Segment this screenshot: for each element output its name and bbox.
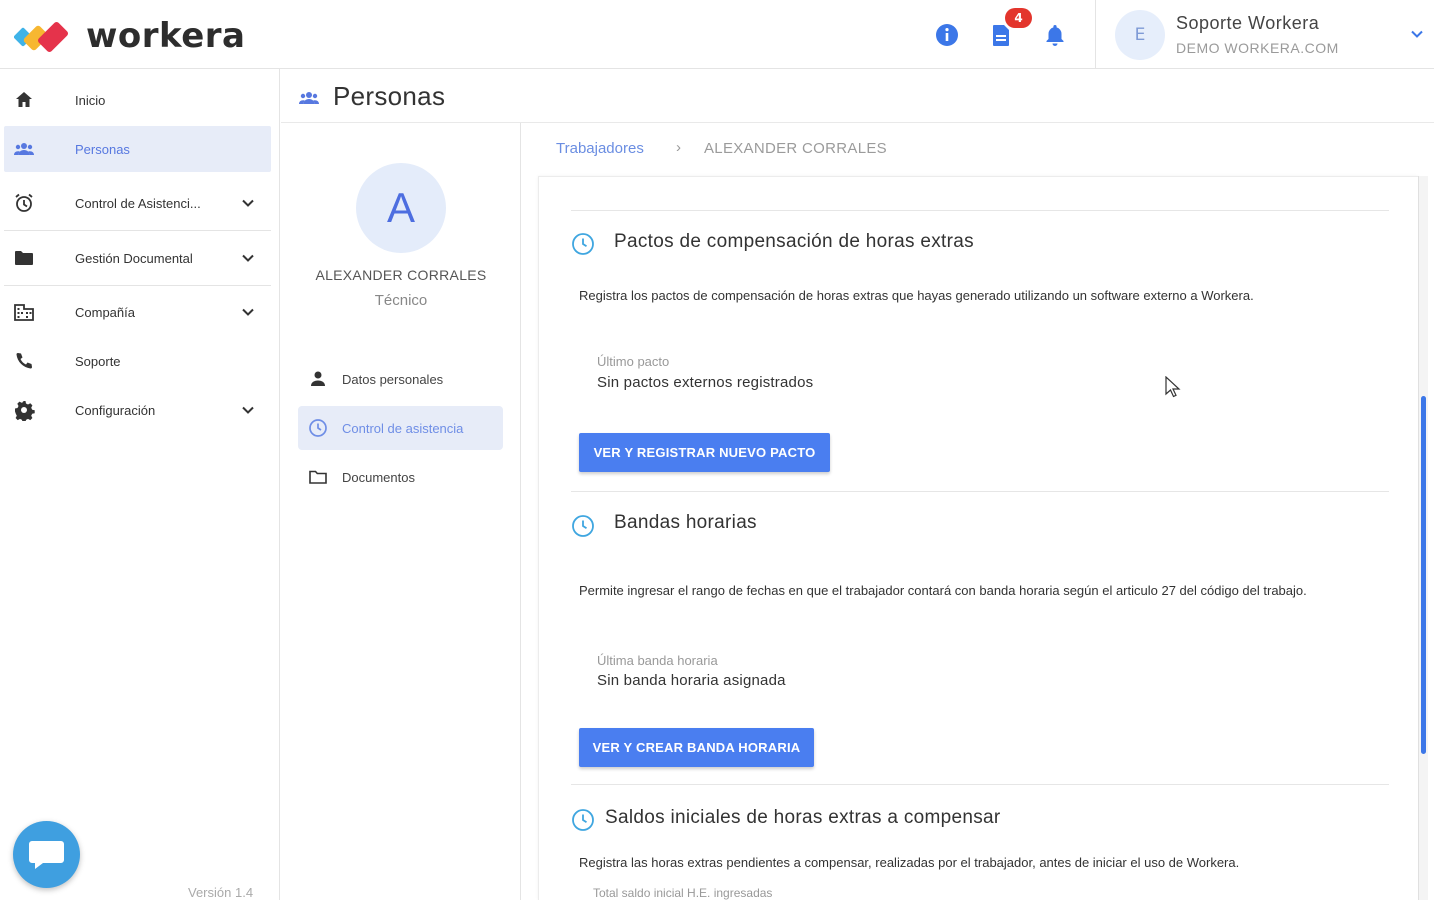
sidebar-item-label: Soporte bbox=[75, 353, 121, 369]
field-value: Sin banda horaria asignada bbox=[597, 672, 786, 689]
clock-icon bbox=[308, 418, 328, 442]
clock-icon bbox=[571, 232, 595, 260]
breadcrumb-separator: › bbox=[676, 139, 681, 156]
breadcrumb-link-trabajadores[interactable]: Trabajadores bbox=[556, 140, 644, 157]
field-label: Total saldo inicial H.E. ingresadas bbox=[593, 886, 773, 900]
sidebar-item-control-asistencia[interactable]: Control de Asistenci... bbox=[4, 180, 271, 226]
divider bbox=[4, 285, 271, 286]
page-title: Personas bbox=[333, 81, 446, 111]
field-label: Último pacto bbox=[597, 354, 670, 369]
chevron-down-icon bbox=[240, 304, 256, 324]
employee-avatar: A bbox=[356, 163, 446, 253]
field-value: Sin pactos externos registrados bbox=[597, 374, 814, 391]
attendance-settings-card: Pactos de compensación de horas extras R… bbox=[538, 176, 1418, 900]
people-icon bbox=[298, 87, 320, 113]
profile-tab-datos-personales[interactable]: Datos personales bbox=[298, 357, 503, 401]
user-name: Soporte Workera bbox=[1176, 13, 1320, 33]
folder-outline-icon bbox=[308, 467, 328, 491]
sidebar-item-label: Gestión Documental bbox=[75, 250, 193, 266]
person-icon bbox=[308, 369, 328, 393]
logo-mark-icon bbox=[13, 18, 82, 54]
sidebar-item-configuracion[interactable]: Configuración bbox=[4, 387, 271, 433]
scrollbar-thumb[interactable] bbox=[1421, 396, 1426, 754]
mouse-cursor-icon bbox=[1165, 375, 1181, 402]
profile-panel: A ALEXANDER CORRALES Técnico Datos perso… bbox=[281, 123, 521, 900]
profile-tab-documentos[interactable]: Documentos bbox=[298, 455, 503, 499]
profile-tab-label: Documentos bbox=[342, 469, 415, 485]
sidebar-item-compania[interactable]: Compañía bbox=[4, 289, 271, 335]
register-pact-button[interactable]: VER Y REGISTRAR NUEVO PACTO bbox=[579, 433, 830, 472]
app-version: Versión 1.4 bbox=[188, 885, 254, 900]
card-scrollbar[interactable] bbox=[1418, 176, 1428, 900]
notifications-badge: 4 bbox=[1005, 8, 1032, 28]
bell-icon[interactable] bbox=[1042, 22, 1068, 48]
profile-tab-label: Control de asistencia bbox=[342, 420, 464, 436]
breadcrumb-current: ALEXANDER CORRALES bbox=[704, 140, 887, 157]
chevron-down-icon[interactable] bbox=[1409, 26, 1425, 46]
chevron-down-icon bbox=[240, 195, 256, 215]
sidebar-item-gestion-documental[interactable]: Gestión Documental bbox=[4, 235, 271, 281]
employee-name: ALEXANDER CORRALES bbox=[315, 267, 487, 283]
info-icon[interactable] bbox=[934, 22, 960, 48]
profile-tab-control-asistencia[interactable]: Control de asistencia bbox=[298, 406, 503, 450]
home-icon bbox=[13, 89, 35, 111]
logo-text: workera bbox=[86, 16, 246, 56]
sidebar-item-label: Configuración bbox=[75, 402, 156, 418]
page-header: Personas bbox=[281, 69, 1434, 123]
sidebar-item-label: Inicio bbox=[75, 92, 106, 108]
section-description: Registra las horas extras pendientes a c… bbox=[579, 855, 1240, 870]
phone-icon bbox=[13, 350, 35, 372]
profile-tab-label: Datos personales bbox=[342, 371, 444, 387]
chat-support-button[interactable] bbox=[13, 821, 80, 888]
sidebar-item-personas[interactable]: Personas bbox=[4, 126, 271, 172]
sidebar-item-label: Personas bbox=[75, 141, 130, 157]
avatar: E bbox=[1115, 10, 1165, 60]
sidebar-item-label: Compañía bbox=[75, 304, 135, 320]
clock-icon bbox=[571, 514, 595, 542]
chat-bubble-icon bbox=[29, 841, 64, 869]
sidebar-item-soporte[interactable]: Soporte bbox=[4, 338, 271, 384]
gear-icon bbox=[13, 399, 35, 423]
workera-logo[interactable]: workera bbox=[13, 16, 246, 56]
sidebar-item-label: Control de Asistenci... bbox=[75, 195, 201, 211]
divider bbox=[571, 210, 1389, 211]
divider bbox=[571, 784, 1389, 785]
employee-role: Técnico bbox=[374, 292, 428, 309]
section-title: Bandas horarias bbox=[614, 512, 757, 533]
alarm-clock-icon bbox=[13, 192, 35, 214]
folder-icon bbox=[13, 247, 35, 269]
sidebar-item-inicio[interactable]: Inicio bbox=[4, 77, 271, 123]
section-description: Permite ingresar el rango de fechas en q… bbox=[579, 583, 1307, 598]
section-description: Registra los pactos de compensación de h… bbox=[579, 288, 1254, 303]
create-time-band-button[interactable]: VER Y CREAR BANDA HORARIA bbox=[579, 728, 814, 767]
section-title: Saldos iniciales de horas extras a compe… bbox=[605, 807, 1001, 828]
divider bbox=[571, 491, 1389, 492]
building-icon bbox=[13, 301, 35, 323]
section-title: Pactos de compensación de horas extras bbox=[614, 231, 974, 252]
people-icon bbox=[13, 138, 35, 160]
chevron-down-icon bbox=[240, 402, 256, 422]
user-menu[interactable]: E Soporte Workera DEMO WORKERA.COM bbox=[1095, 0, 1434, 69]
field-label: Última banda horaria bbox=[597, 653, 718, 668]
chevron-down-icon bbox=[240, 250, 256, 270]
divider bbox=[4, 230, 271, 231]
clock-icon bbox=[571, 808, 595, 836]
top-bar: workera 4 E Soporte Workera DEMO WORKERA… bbox=[0, 0, 1434, 69]
user-domain: DEMO WORKERA.COM bbox=[1176, 40, 1339, 56]
sidebar: Inicio Personas Control de Asistenci... … bbox=[0, 69, 280, 900]
